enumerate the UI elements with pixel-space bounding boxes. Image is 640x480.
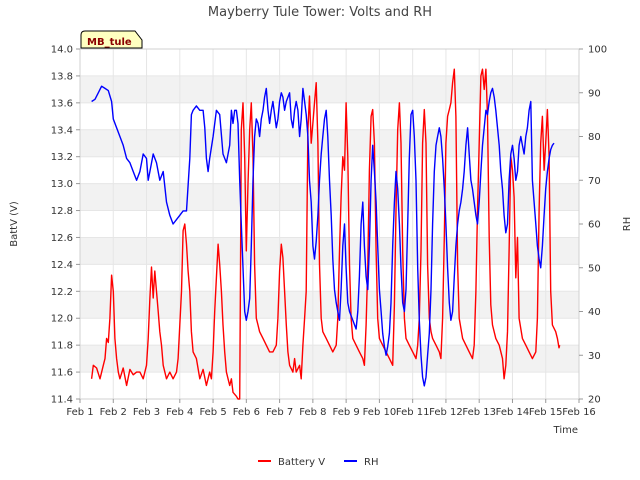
chart-svg: 11.4 11.6 11.8 12.0 12.2 12.4 12.6 12.8 13.0 13.2… — [9, 5, 633, 468]
y-right-ticks: 20 30 40 50 60 70 80 90 100 — [579, 45, 607, 406]
x-tick-label: Feb 15 — [529, 407, 563, 418]
y-left-tick-label: 11.8 — [51, 341, 73, 352]
y-left-tick-label: 14.0 — [51, 45, 73, 56]
y-left-tick-label: 12.0 — [51, 314, 73, 325]
grid-band — [80, 345, 579, 373]
y-left-ticks: 11.4 11.6 11.8 12.0 12.2 12.4 12.6 12.8 13.0 13.2… — [51, 45, 80, 406]
y-right-tick-label: 20 — [588, 395, 601, 406]
y-left-tick-label: 13.0 — [51, 179, 73, 190]
x-tick-label: Feb 4 — [166, 407, 193, 418]
chart-title: Mayberry Tule Tower: Volts and RH — [208, 5, 432, 20]
y-left-tick-label: 13.2 — [51, 152, 73, 163]
legend-label-battery: Battery V — [278, 457, 325, 468]
y-right-tick-label: 50 — [588, 263, 601, 274]
y-left-label: BattV (V) — [9, 201, 20, 247]
chart-container: 11.4 11.6 11.8 12.0 12.2 12.4 12.6 12.8 13.0 13.2… — [0, 0, 640, 480]
y-left-tick-label: 11.6 — [51, 368, 73, 379]
x-tick-label: Feb 5 — [199, 407, 226, 418]
legend: Battery V RH — [258, 457, 378, 468]
x-tick-label: Feb 7 — [266, 407, 293, 418]
grid-band — [80, 291, 579, 319]
y-right-tick-label: 70 — [588, 176, 601, 187]
x-tick-label: Feb 2 — [100, 407, 127, 418]
y-right-tick-label: 60 — [588, 220, 601, 231]
y-right-tick-label: 100 — [588, 45, 607, 56]
grid-band — [80, 237, 579, 265]
y-left-tick-label: 12.4 — [51, 260, 73, 271]
x-tick-label: Feb 1 — [66, 407, 93, 418]
y-right-tick-label: 90 — [588, 88, 601, 99]
x-axis-label: Time — [553, 425, 578, 436]
y-left-tick-label: 11.4 — [51, 395, 73, 406]
badge-label: MB_tule — [87, 37, 132, 48]
station-badge: MB_tule — [80, 30, 143, 49]
x-tick-label: Feb 8 — [299, 407, 326, 418]
x-tick-label: Feb 9 — [333, 407, 360, 418]
x-tick-label: Feb 6 — [233, 407, 260, 418]
grid-bands — [80, 75, 579, 373]
y-right-tick-label: 40 — [588, 307, 601, 318]
x-tick-label: Feb 13 — [462, 407, 496, 418]
x-ticks: Feb 1 Feb 2 Feb 3 Feb 4 Feb 5 Feb 6 Feb 7 Feb 8… — [66, 399, 596, 418]
y-left-tick-label: 13.6 — [51, 98, 73, 109]
legend-label-rh: RH — [364, 457, 378, 468]
x-tick-label: Feb 16 — [562, 407, 596, 418]
x-tick-label: Feb 3 — [133, 407, 160, 418]
y-left-tick-label: 13.4 — [51, 125, 73, 136]
x-tick-label: Feb 11 — [396, 407, 430, 418]
grid-band — [80, 75, 579, 103]
y-left-tick-label: 13.8 — [51, 71, 73, 82]
y-right-tick-label: 80 — [588, 132, 601, 143]
x-tick-label: Feb 12 — [429, 407, 463, 418]
y-left-tick-label: 12.6 — [51, 233, 73, 244]
y-left-tick-label: 12.8 — [51, 206, 73, 217]
y-right-tick-label: 30 — [588, 351, 601, 362]
grid-band — [80, 129, 579, 157]
y-right-label: RH — [622, 217, 633, 231]
y-left-tick-label: 12.2 — [51, 287, 73, 298]
x-tick-label: Feb 14 — [496, 407, 530, 418]
x-tick-label: Feb 10 — [363, 407, 397, 418]
